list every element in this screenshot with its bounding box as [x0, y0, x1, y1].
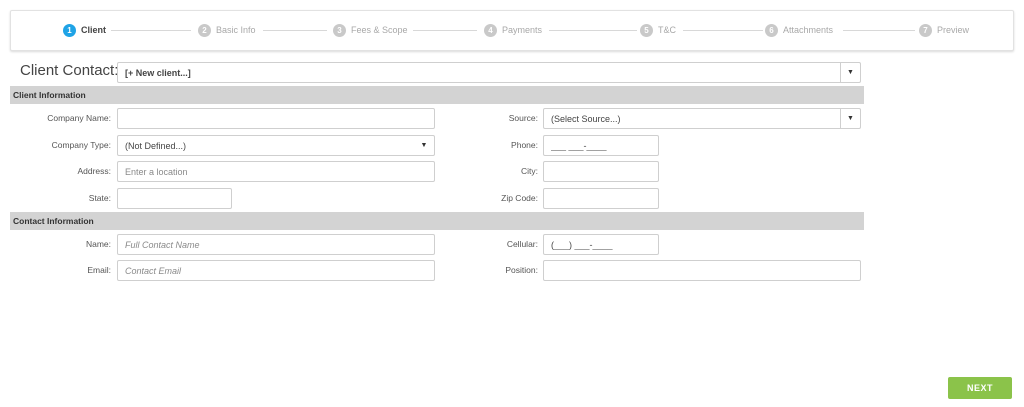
zip-code-input[interactable]	[543, 188, 659, 209]
step-tc[interactable]: 5 T&C	[640, 22, 676, 38]
step-payments[interactable]: 4 Payments	[484, 22, 542, 38]
phone-input[interactable]	[543, 135, 659, 156]
company-name-label: Company Name:	[47, 113, 111, 123]
step-client[interactable]: 1 Client	[63, 22, 106, 38]
step-fees-scope[interactable]: 3 Fees & Scope	[333, 22, 408, 38]
source-label: Source:	[508, 113, 538, 123]
company-type-select[interactable]: (Not Defined...) ▼	[117, 135, 435, 156]
step-connector	[549, 30, 637, 31]
position-label: Position:	[505, 265, 538, 275]
contact-email-input[interactable]	[117, 260, 435, 281]
contact-name-input[interactable]	[117, 234, 435, 255]
position-input[interactable]	[543, 260, 861, 281]
step-label: Fees & Scope	[351, 25, 408, 35]
step-connector	[111, 30, 191, 31]
step-connector	[413, 30, 477, 31]
chevron-down-icon: ▼	[840, 109, 860, 128]
cellular-input[interactable]	[543, 234, 659, 255]
email-label: Email:	[87, 265, 111, 275]
company-type-label: Company Type:	[51, 140, 111, 150]
step-label: Client	[81, 25, 107, 35]
step-label: Payments	[502, 25, 543, 35]
step-connector	[843, 30, 915, 31]
step-label: T&C	[658, 25, 676, 35]
city-label: City:	[521, 166, 538, 176]
city-input[interactable]	[543, 161, 659, 182]
step-label: Preview	[937, 25, 970, 35]
zip-code-label: Zip Code:	[501, 193, 538, 203]
company-name-input[interactable]	[117, 108, 435, 129]
step-number: 7	[919, 23, 932, 37]
cellular-label: Cellular:	[506, 239, 538, 249]
address-input[interactable]	[117, 161, 435, 182]
phone-label: Phone:	[511, 140, 538, 150]
step-number: 6	[765, 23, 778, 37]
step-number: 3	[333, 23, 346, 37]
client-contact-value: [+ New client...]	[125, 67, 191, 78]
company-type-value: (Not Defined...)	[125, 140, 187, 151]
chevron-down-icon: ▼	[420, 142, 428, 149]
name-label: Name:	[85, 239, 111, 249]
step-number: 1	[63, 23, 76, 37]
step-basic-info[interactable]: 2 Basic Info	[198, 22, 256, 38]
chevron-down-icon: ▼	[840, 63, 860, 82]
contact-information-header: Contact Information	[10, 212, 864, 230]
client-information-header: Client Information	[10, 86, 864, 104]
address-label: Address:	[77, 166, 111, 176]
client-contact-label: Client Contact:	[20, 62, 119, 79]
step-number: 5	[640, 23, 653, 37]
step-label: Basic Info	[216, 25, 256, 35]
wizard-stepper: 1 Client 2 Basic Info 3 Fees & Scope 4 P…	[10, 10, 1014, 51]
client-contact-select[interactable]: [+ New client...] ▼	[117, 62, 861, 83]
next-button[interactable]: NEXT	[948, 377, 1012, 399]
source-select[interactable]: (Select Source...) ▼	[543, 108, 861, 129]
source-value: (Select Source...)	[551, 113, 621, 124]
state-input[interactable]	[117, 188, 232, 209]
step-number: 2	[198, 23, 211, 37]
step-attachments[interactable]: 6 Attachments	[765, 22, 833, 38]
state-label: State:	[88, 193, 111, 203]
step-preview[interactable]: 7 Preview	[919, 22, 969, 38]
step-label: Attachments	[783, 25, 834, 35]
step-number: 4	[484, 23, 497, 37]
step-connector	[683, 30, 763, 31]
step-connector	[263, 30, 327, 31]
